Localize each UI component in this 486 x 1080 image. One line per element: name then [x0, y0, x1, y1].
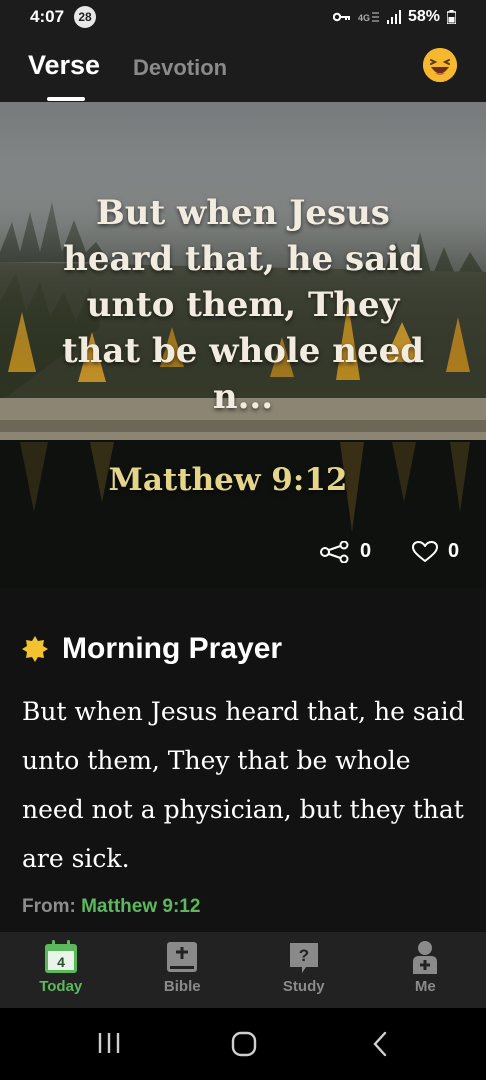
prayer-source-label: From:	[22, 896, 76, 917]
status-time: 4:07	[30, 7, 65, 26]
nav-study[interactable]: ? Study	[243, 932, 365, 1008]
battery-icon	[447, 10, 456, 24]
prayer-body: But when Jesus heard that, he said unto …	[22, 697, 465, 873]
prayer-source-reference[interactable]: Matthew 9:12	[81, 896, 200, 917]
tab-devotion[interactable]: Devotion	[133, 55, 227, 81]
share-button[interactable]: 0	[320, 540, 371, 563]
home-icon[interactable]	[230, 1030, 258, 1058]
like-button[interactable]: 0	[412, 540, 459, 563]
system-navigation-bar	[0, 1008, 486, 1080]
status-bar: 4:07 28 4G 58%	[0, 0, 486, 34]
calendar-day: 4	[57, 954, 65, 970]
nav-label-me: Me	[414, 978, 436, 995]
question-icon: ?	[289, 943, 318, 973]
key-icon	[332, 12, 350, 22]
nav-label-today: Today	[39, 978, 83, 995]
bible-icon	[167, 942, 198, 972]
recent-apps-icon[interactable]	[96, 1030, 122, 1056]
sun-icon	[22, 636, 48, 662]
active-tab-indicator	[47, 97, 85, 101]
nav-bible[interactable]: Bible	[122, 932, 244, 1008]
prayer-title: Morning Prayer	[62, 632, 283, 665]
verse-text: But when Jesus heard that, he said unto …	[61, 193, 425, 417]
share-icon	[320, 540, 349, 563]
lte-icon: 4G	[358, 12, 379, 23]
tabs-header: Verse Devotion	[0, 34, 486, 102]
laughing-emoji-button[interactable]	[423, 48, 457, 82]
prayer-header: Morning Prayer	[22, 632, 282, 666]
laughing-face-icon	[423, 48, 457, 82]
svg-text:?: ?	[299, 946, 309, 965]
calendar-icon: 4	[44, 940, 77, 973]
like-count: 0	[448, 540, 460, 562]
share-count: 0	[360, 540, 372, 562]
tab-verse[interactable]: Verse	[28, 50, 100, 81]
verse-card[interactable]: But when Jesus heard that, he said unto …	[0, 102, 486, 588]
nav-me[interactable]: Me	[365, 932, 486, 1008]
heart-icon	[412, 540, 438, 562]
svg-text:4G: 4G	[358, 13, 370, 23]
bottom-navigation: 4 Today Bible ? Study Me	[0, 932, 486, 1008]
battery-percent: 58%	[407, 8, 440, 25]
notification-count-badge: 28	[74, 6, 97, 28]
prayer-source: From: Matthew 9:12	[22, 896, 200, 918]
signal-icon	[386, 10, 401, 24]
back-icon[interactable]	[370, 1030, 390, 1058]
person-icon	[413, 941, 438, 974]
verse-reference: Matthew 9:12	[108, 462, 348, 498]
nav-label-bible: Bible	[163, 978, 201, 995]
nav-label-study: Study	[282, 978, 325, 995]
nav-today[interactable]: 4 Today	[0, 932, 122, 1008]
